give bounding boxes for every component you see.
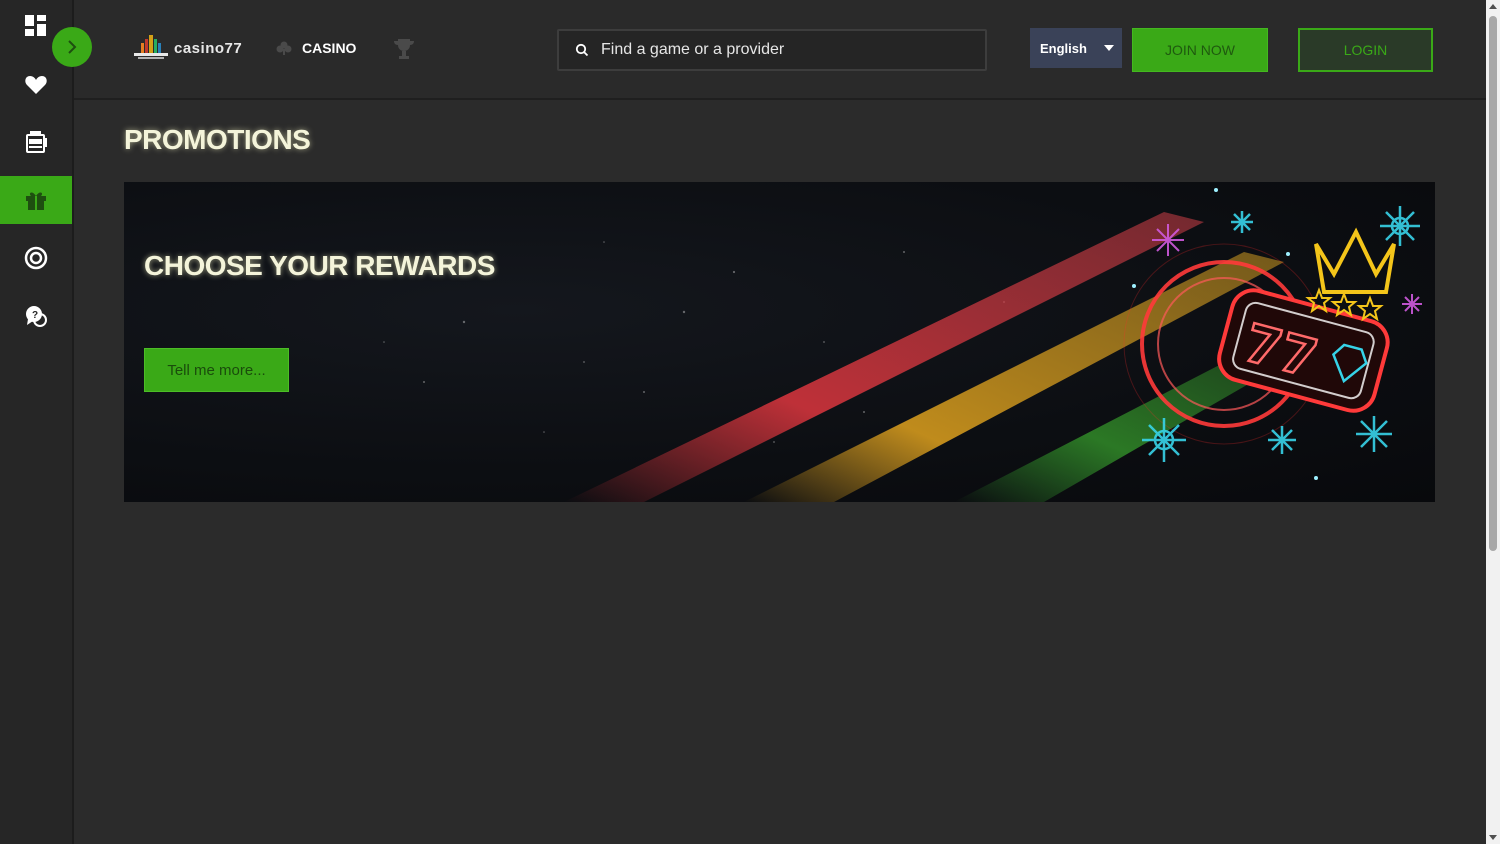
sidebar-expand-button[interactable]	[52, 27, 92, 67]
logo-text: casino77	[174, 39, 243, 57]
join-now-button[interactable]: JOIN NOW	[1132, 28, 1268, 72]
promotion-title: CHOOSE YOUR REWARDS	[144, 250, 495, 281]
scroll-down-arrow-icon[interactable]	[1489, 835, 1497, 840]
live-chip-icon	[24, 246, 48, 270]
search-input[interactable]	[601, 41, 961, 59]
app-root: ? casino77 CASINO Find a game or a provi…	[0, 0, 1500, 844]
nav-casino-label: CASINO	[302, 40, 357, 56]
sidebar-item-favorites[interactable]	[0, 61, 72, 109]
language-selected: English	[1040, 40, 1087, 56]
sidebar-item-slots[interactable]	[0, 118, 72, 166]
page-scrollbar[interactable]	[1486, 0, 1500, 844]
banner-artwork: 77	[343, 188, 1422, 502]
slot-machine-icon	[26, 131, 47, 153]
chevron-right-icon	[68, 40, 77, 54]
promotion-banner: 77 CHOOSE YOUR REWARDS Tell me more...	[124, 182, 1435, 502]
gift-icon	[26, 192, 46, 210]
club-icon	[276, 41, 292, 55]
scroll-thumb[interactable]	[1489, 16, 1497, 551]
top-header: casino77 CASINO English JOIN NOW LOGIN	[74, 0, 1486, 100]
heart-icon	[25, 76, 47, 94]
page-title: PROMOTIONS	[124, 124, 311, 155]
sidebar-item-support[interactable]: ?	[0, 292, 72, 340]
sidebar-item-live-casino[interactable]	[0, 234, 72, 282]
search-icon	[575, 43, 589, 57]
trophy-icon	[394, 39, 414, 59]
sidebar: ?	[0, 0, 74, 844]
sidebar-item-promotions[interactable]	[0, 176, 72, 224]
logo-mark-icon	[134, 35, 168, 59]
svg-text:?: ?	[32, 310, 38, 321]
tell-me-more-button[interactable]: Tell me more...	[144, 348, 289, 392]
casino-logo[interactable]: casino77	[132, 33, 242, 63]
caret-down-icon	[1104, 45, 1114, 51]
nav-casino[interactable]: CASINO	[276, 40, 356, 56]
language-select[interactable]: English	[1030, 28, 1122, 68]
nav-tournaments[interactable]	[392, 37, 416, 66]
scroll-up-arrow-icon[interactable]	[1489, 4, 1497, 9]
support-chat-icon: ?	[26, 306, 47, 327]
dashboard-icon	[25, 15, 46, 36]
search-box[interactable]	[557, 29, 987, 71]
login-button[interactable]: LOGIN	[1298, 28, 1433, 72]
